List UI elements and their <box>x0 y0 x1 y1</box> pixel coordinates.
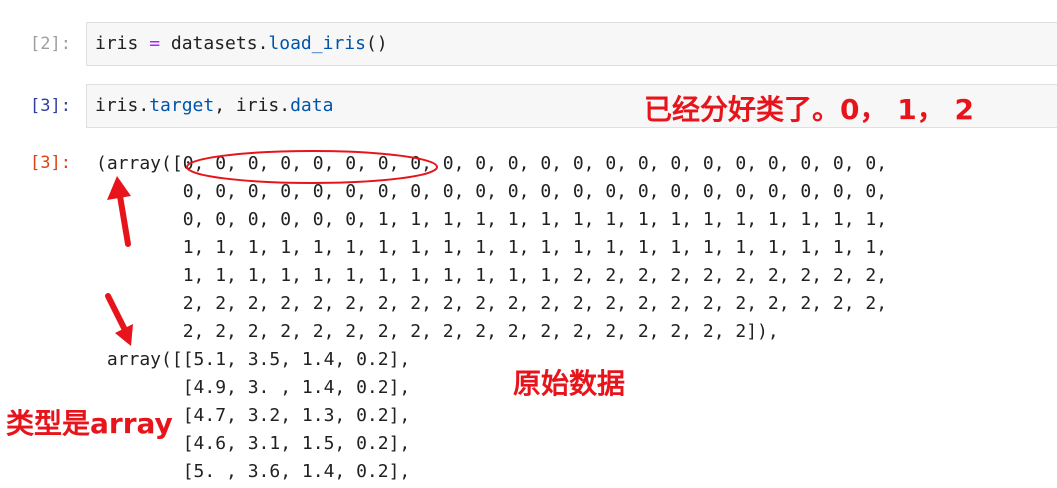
highlight-ellipse <box>186 150 438 184</box>
annotation-overlay <box>105 150 438 346</box>
arrow-up-icon <box>107 176 131 247</box>
arrow-down-icon <box>105 293 133 346</box>
